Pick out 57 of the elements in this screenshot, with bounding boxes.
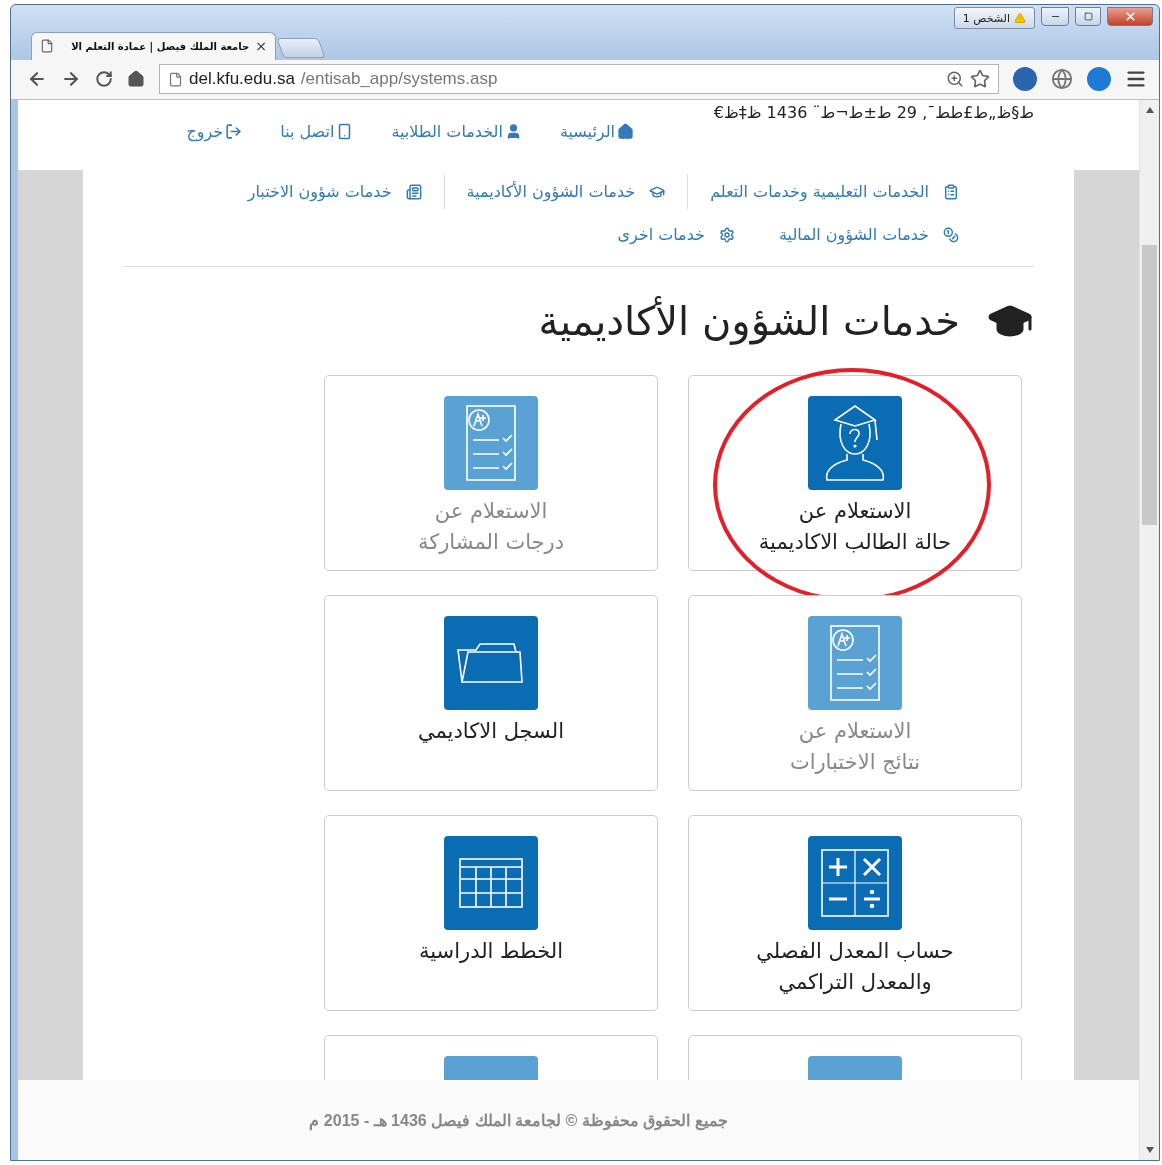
page-icon xyxy=(168,71,183,87)
service-card[interactable]: حساب المعدل الفصلي والمعدل التراكمي xyxy=(688,815,1022,1011)
nav-link[interactable]: اتصل بنا xyxy=(280,122,354,141)
service-link[interactable]: الخدمات التعليمية وخدمات التعلم xyxy=(687,174,959,209)
nav-link[interactable]: الرئيسية xyxy=(559,122,634,141)
star-icon[interactable] xyxy=(970,69,990,90)
zoom-icon[interactable] xyxy=(946,70,964,89)
calculator-icon xyxy=(818,846,892,920)
tab-title: جامعة الملك فيصل | عمادة التعلم الا xyxy=(70,40,250,52)
nav-link[interactable]: خروج xyxy=(186,122,243,141)
warning-icon xyxy=(1014,12,1026,24)
scroll-down-icon[interactable] xyxy=(1145,1147,1154,1153)
service-link[interactable]: خدمات اخرى xyxy=(595,217,757,252)
address-bar[interactable]: del.kfu.edu.sa /entisab_app/systems.asp xyxy=(159,64,999,95)
nav-link[interactable]: الخدمات الطلابية xyxy=(391,122,522,141)
page-heading: خدمات الشؤون الأكاديمية xyxy=(538,298,960,344)
copyright-text: جميع الحقوق محفوظة © لجامعة الملك فيصل 1436 هـ - 2015 م xyxy=(309,1110,728,1130)
newspaper-icon xyxy=(405,183,422,200)
card-label: الخطط الدراسية xyxy=(419,938,564,965)
home-icon xyxy=(617,123,634,140)
maximize-button[interactable] xyxy=(1075,7,1101,26)
scroll-up-icon[interactable] xyxy=(1145,107,1154,113)
table-grid-icon xyxy=(456,855,526,911)
reload-icon[interactable] xyxy=(95,70,113,89)
maximize-icon xyxy=(1083,12,1093,21)
service-link[interactable]: خدمات الشؤون الأكاديمية xyxy=(443,174,688,209)
service-card[interactable]: الاستعلام عن درجات المشاركة xyxy=(324,375,658,571)
url-path: /entisab_app/systems.asp xyxy=(300,69,499,90)
card-label: الاستعلام عن حالة الطالب الاكاديمية xyxy=(758,498,952,556)
card-label: الاستعلام عن درجات المشاركة xyxy=(417,498,565,556)
minimize-button[interactable] xyxy=(1041,7,1069,26)
profile-badge[interactable]: الشخص 1 xyxy=(953,7,1035,29)
card-label: حساب المعدل الفصلي والمعدل التراكمي xyxy=(756,938,954,996)
scroll-thumb[interactable] xyxy=(1142,245,1157,525)
close-icon xyxy=(1123,10,1137,23)
service-card[interactable]: الخطط الدراسية xyxy=(324,815,658,1011)
service-link[interactable]: خدمات الشؤون المالية xyxy=(756,217,959,252)
browser-tab[interactable]: جامعة الملك فيصل | عمادة التعلم الا × xyxy=(31,31,276,60)
clipboard-icon xyxy=(943,183,959,200)
scrollbar[interactable] xyxy=(1139,100,1159,1160)
logout-icon xyxy=(225,123,243,140)
globe-icon[interactable] xyxy=(1051,68,1073,91)
url-domain: del.kfu.edu.sa xyxy=(189,69,295,90)
page-icon xyxy=(40,39,54,54)
tab-close-button[interactable]: × xyxy=(255,38,267,55)
profile-name: الشخص 1 xyxy=(962,11,1010,25)
card-label: الاستعلام عن نتائج الاختبارات xyxy=(789,718,921,776)
settings-icon xyxy=(718,226,735,243)
close-window-button[interactable] xyxy=(1107,7,1153,26)
service-link[interactable]: خدمات شؤون الاختبار xyxy=(225,174,444,209)
service-card[interactable]: الاستعلام عن نتائج الاختبارات xyxy=(688,595,1022,791)
home-icon[interactable] xyxy=(127,70,145,89)
coins-icon xyxy=(943,226,959,243)
card-label: السجل الاكاديمي xyxy=(417,718,565,745)
date-text: ط§ظ„ط£طط¯, 29 ط±ط¬ط¨ 1436 ظ‡ظ€ xyxy=(712,103,1034,122)
service-card[interactable]: الاستعلام عن حالة الطالب الاكاديمية xyxy=(688,375,1022,571)
service-card[interactable]: السجل الاكاديمي xyxy=(324,595,658,791)
